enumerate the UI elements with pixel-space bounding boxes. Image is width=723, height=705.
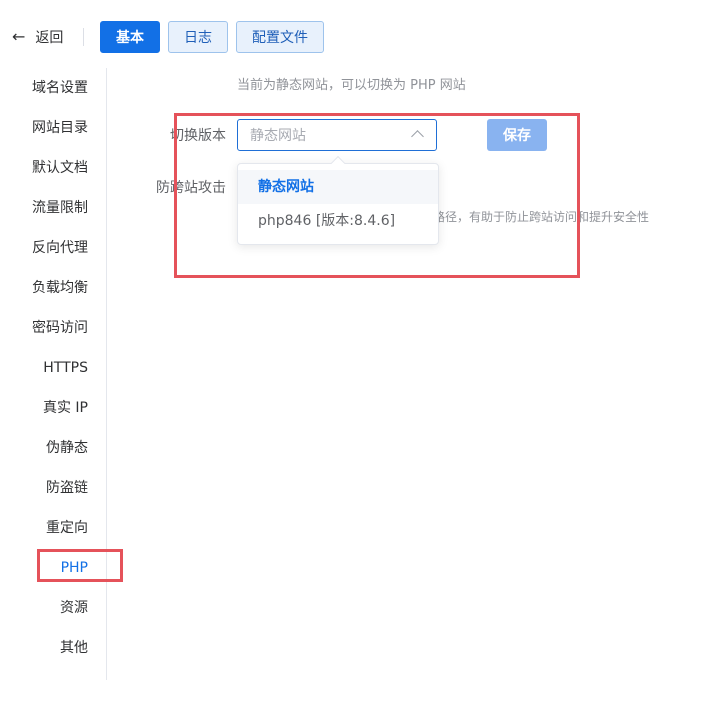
php-status-hint: 当前为静态网站，可以切换为 PHP 网站 [237,78,466,93]
sidebar-item-rewrite[interactable]: 伪静态 [46,428,88,468]
back-label: 返回 [35,30,64,46]
tab-log[interactable]: 日志 [168,21,228,53]
highlight-box-version-area [174,113,580,278]
sidebar-item-password-access[interactable]: 密码访问 [32,308,88,348]
sidebar-item-default-doc[interactable]: 默认文档 [32,148,88,188]
sidebar-item-real-ip[interactable]: 真实 IP [43,388,88,428]
sidebar-item-traffic-limit[interactable]: 流量限制 [32,188,88,228]
tab-config-file[interactable]: 配置文件 [236,21,324,53]
sidebar-item-load-balance[interactable]: 负载均衡 [32,268,88,308]
header-divider [83,28,84,46]
sidebar-item-hotlink[interactable]: 防盗链 [46,468,88,508]
back-button[interactable]: ← 返回 [12,26,63,48]
tab-basic[interactable]: 基本 [100,21,160,53]
sidebar-item-site-dir[interactable]: 网站目录 [32,108,88,148]
sidebar-item-resources[interactable]: 资源 [60,588,88,628]
arrow-left-icon: ← [12,27,26,46]
sidebar-item-other[interactable]: 其他 [60,628,88,668]
sidebar-item-redirect[interactable]: 重定向 [46,508,88,548]
sidebar: 域名设置 网站目录 默认文档 流量限制 反向代理 负载均衡 密码访问 HTTPS… [0,68,107,680]
sidebar-item-https[interactable]: HTTPS [43,348,88,388]
highlight-box-php-tab [37,549,123,582]
sidebar-item-domain[interactable]: 域名设置 [32,68,88,108]
sidebar-item-reverse-proxy[interactable]: 反向代理 [32,228,88,268]
